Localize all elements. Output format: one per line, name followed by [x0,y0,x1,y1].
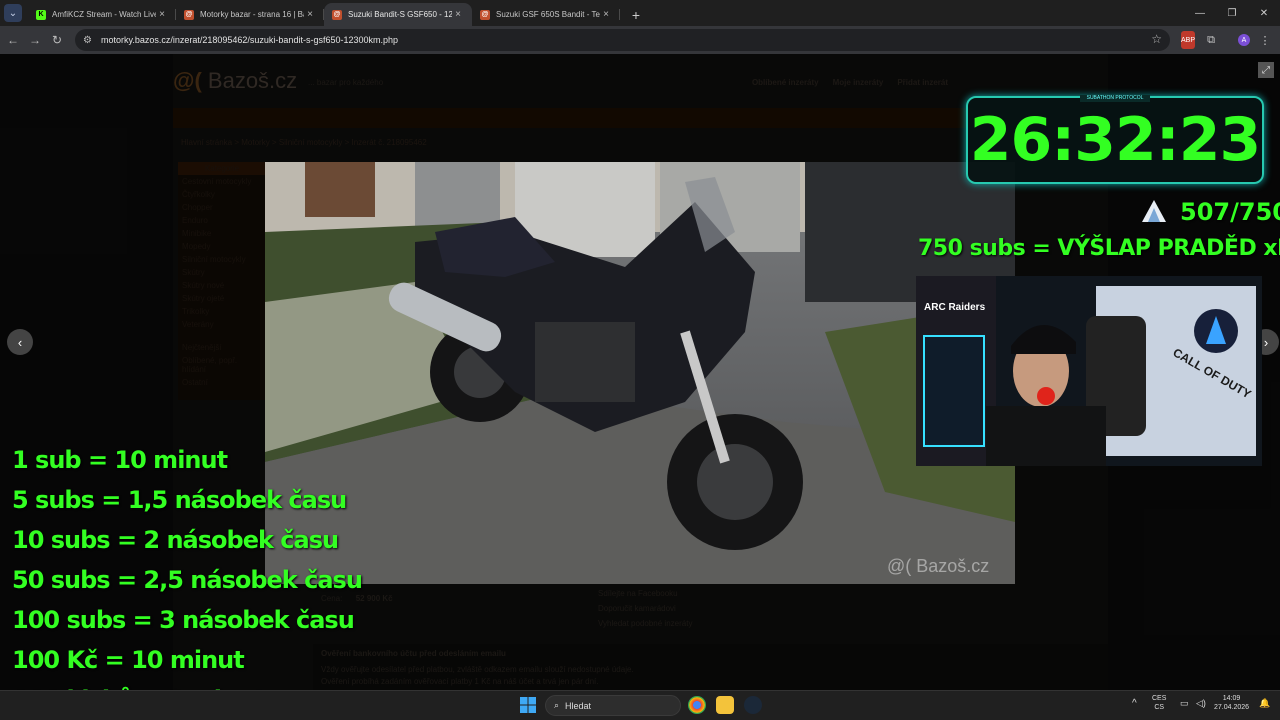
tab-search-icon[interactable]: ⌄ [4,4,22,22]
language-top: CES [1152,695,1167,702]
chrome-taskbar-icon[interactable] [688,696,706,714]
extensions-puzzle-icon[interactable]: ⧉ [1204,31,1218,49]
rule-line: 100 subs = 3 násobek času [12,606,355,634]
browser-tab-bar: ⌄ K AmfiKCZ Stream - Watch Live o × @ Motork… [0,0,1280,26]
motorcycle-photo: @( Bazoš.cz [265,162,1015,584]
bookmark-star-icon[interactable]: ☆ [1151,32,1162,46]
motorcycle-illustration: @( Bazoš.cz [265,162,1015,584]
forward-icon[interactable]: → [24,33,46,47]
browser-tab[interactable]: @ Motorky bazar - strana 16 | Baz × [176,3,324,26]
profile-avatar[interactable]: A [1238,34,1250,46]
previous-photo-arrow[interactable]: ‹ [7,329,33,355]
close-window-icon[interactable]: ✕ [1248,0,1280,26]
clock-time: 14:09 [1222,695,1241,702]
reload-icon[interactable]: ↻ [46,33,68,47]
language-bottom: CS [1154,704,1165,711]
subathon-timer: 26:32:23 [966,96,1264,184]
tab-close-icon[interactable]: × [156,9,168,20]
timer-value: 26:32:23 [969,105,1261,175]
tab-separator [619,9,620,20]
site-info-icon[interactable]: ⚙ [83,35,99,46]
tab-close-icon[interactable]: × [452,9,464,20]
address-bar[interactable]: ⚙ motorky.bazos.cz/inzerat/218095462/suz… [75,29,1170,51]
rule-line: 100 Kč = 10 minut [12,646,245,674]
tab-favicon-icon: K [36,9,46,20]
shark-icon [1142,200,1166,222]
tab-title: Suzuki GSF 650S Bandit - Teplic [496,10,600,19]
browser-tab[interactable]: @ Suzuki GSF 650S Bandit - Teplic× [472,3,620,26]
timer-label: SUBATHON PROTOCOL [1080,95,1150,102]
new-tab-button[interactable]: + [628,7,644,23]
browser-menu-icon[interactable]: ⋮ [1260,31,1271,49]
taskbar-search-label: Hledat [565,700,592,711]
volume-icon[interactable]: ◁) [1196,699,1206,708]
windows-start-icon[interactable] [520,697,536,713]
sub-goal-text: 750 subs = VÝŠLAP PRADĚD xD [918,236,1280,261]
clock-date: 27.04.2026 [1214,704,1250,711]
tab-title: AmfiKCZ Stream - Watch Live o [52,10,156,19]
network-icon[interactable]: ▭ [1180,699,1189,708]
tab-close-icon[interactable]: × [304,9,316,20]
url-text: motorky.bazos.cz/inzerat/218095462/suzuk… [101,35,398,45]
lightbox-close-icon[interactable]: ⤢ [1258,62,1274,78]
tray-chevron-icon[interactable]: ^ [1132,699,1137,709]
notification-bell-icon[interactable]: 🔔 [1259,699,1270,708]
sub-goal-progress: 507/750 [1180,198,1280,226]
tab-favicon-icon: @ [480,9,490,20]
tab-title: Suzuki Bandit-S GSF650 - 1230 [348,10,452,19]
tab-favicon-icon: @ [184,9,194,20]
clock[interactable]: 14:09 27.04.2026 [1214,694,1249,712]
tab-favicon-icon: @ [332,9,342,20]
back-icon[interactable]: ← [2,33,24,47]
rule-line: 10 subs = 2 násobek času [12,526,339,554]
browser-tab[interactable]: K AmfiKCZ Stream - Watch Live o × [28,3,176,26]
minimize-icon[interactable]: — [1184,0,1216,26]
search-icon: ⌕ [554,700,560,710]
webcam-illustration: ARC Raiders CALL OF DUTY [916,276,1262,466]
address-row: ← → ↻ ⚙ motorky.bazos.cz/inzerat/2180954… [0,26,1280,54]
rule-line: 5 subs = 1,5 násobek času [12,486,347,514]
taskbar-search[interactable]: ⌕ Hledat [545,695,681,716]
rule-line: 50 subs = 2,5 násobek času [12,566,363,594]
webcam-feed: ARC Raiders CALL OF DUTY [916,276,1262,466]
language-indicator[interactable]: CES CS [1152,694,1166,712]
window-controls: — ❐ ✕ [1184,0,1280,26]
browser-tab[interactable]: @ Suzuki Bandit-S GSF650 - 1230 × [324,3,472,26]
adblock-extension-icon[interactable]: ABP [1181,31,1195,49]
tab-close-icon[interactable]: × [600,9,612,20]
rule-line: 1 sub = 10 minut [12,446,228,474]
arc-raiders-sign: ARC Raiders [924,302,986,313]
subathon-rules: 1 sub = 10 minut 5 subs = 1,5 násobek ča… [12,440,363,720]
steam-icon[interactable] [744,696,762,714]
photo-watermark: @( Bazoš.cz [887,556,989,576]
tab-title: Motorky bazar - strana 16 | Baz [200,10,304,19]
file-explorer-icon[interactable] [716,696,734,714]
restore-icon[interactable]: ❐ [1216,0,1248,26]
